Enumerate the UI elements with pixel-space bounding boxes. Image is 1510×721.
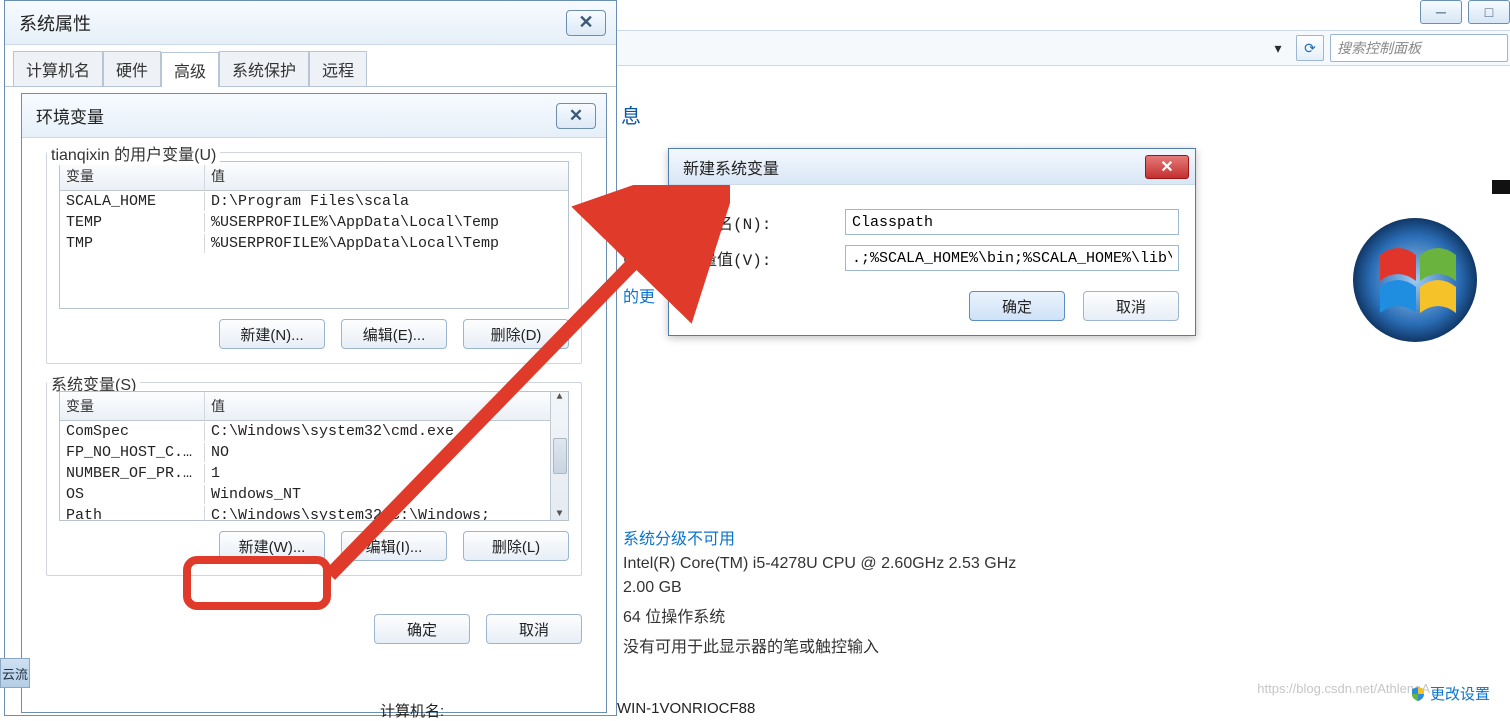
pentouch-info: 没有可用于此显示器的笔或触控输入 — [623, 633, 1504, 657]
var-value-input[interactable] — [845, 245, 1179, 271]
envdlg-close-button[interactable]: ✕ — [556, 103, 596, 129]
chevron-down-icon[interactable]: ▾ — [1266, 36, 1290, 60]
maximize-button[interactable]: □ — [1468, 0, 1510, 24]
list-item[interactable]: ComSpec C:\Windows\system32\cmd.exe — [60, 421, 568, 442]
close-icon: ✕ — [569, 106, 583, 126]
tab-hardware[interactable]: 硬件 — [103, 51, 161, 86]
tab-computer-name[interactable]: 计算机名 — [13, 51, 103, 86]
tab-system-protection[interactable]: 系统保护 — [219, 51, 309, 86]
taskbar-item[interactable]: 云流 — [0, 658, 30, 688]
rating-link[interactable]: 系统分级不可用 — [623, 525, 1504, 549]
nsv-title: 新建系统变量 — [683, 155, 779, 179]
system-delete-button[interactable]: 删除(L) — [463, 531, 569, 561]
close-icon: ✕ — [1160, 157, 1173, 177]
system-vars-group: 系统变量(S) 变量 值 ComSpec C:\Windows\system32… — [46, 382, 582, 576]
section-heading: 息 — [621, 100, 1510, 129]
user-vars-list[interactable]: 变量 值 SCALA_HOME D:\Program Files\scala T… — [59, 161, 569, 309]
close-icon: ✕ — [578, 12, 593, 33]
envdlg-ok-button[interactable]: 确定 — [374, 614, 470, 644]
envdlg-titlebar: 环境变量 ✕ — [22, 94, 606, 138]
computer-name-value: WIN-1VONRIOCF88 — [617, 700, 755, 717]
user-new-button[interactable]: 新建(N)... — [219, 319, 325, 349]
user-delete-button[interactable]: 删除(D) — [463, 319, 569, 349]
scroll-down-icon[interactable]: ▼ — [556, 509, 562, 520]
system-vars-list[interactable]: 变量 值 ComSpec C:\Windows\system32\cmd.exe… — [59, 391, 569, 521]
nsv-cancel-button[interactable]: 取消 — [1083, 291, 1179, 321]
tab-advanced[interactable]: 高级 — [161, 52, 219, 87]
envdlg-title: 环境变量 — [36, 103, 104, 128]
nsv-close-button[interactable]: ✕ — [1145, 155, 1189, 179]
sysprops-close-button[interactable]: ✕ — [566, 10, 606, 36]
nsv-ok-button[interactable]: 确定 — [969, 291, 1065, 321]
var-value-label: 变量值(V): — [685, 246, 845, 270]
list-item[interactable]: TMP %USERPROFILE%\AppData\Local\Temp — [60, 233, 568, 254]
search-input[interactable]: 搜索控制面板 — [1330, 34, 1508, 62]
list-item[interactable]: Path C:\Windows\system32;C:\Windows; — [60, 505, 568, 520]
windows-logo-icon — [1350, 215, 1480, 345]
envdlg-cancel-button[interactable]: 取消 — [486, 614, 582, 644]
minimize-button[interactable]: ─ — [1420, 0, 1462, 24]
change-settings-link[interactable]: 更改设置 — [1410, 683, 1490, 704]
var-name-input[interactable] — [845, 209, 1179, 235]
shield-icon — [1410, 686, 1426, 702]
user-vars-group: tianqixin 的用户变量(U) 变量 值 SCALA_HOME D:\Pr… — [46, 152, 582, 364]
scroll-up-icon[interactable]: ▲ — [556, 392, 562, 403]
refresh-button[interactable]: ⟳ — [1296, 35, 1324, 61]
watermark: https://blog.csdn.net/AthlenaA — [1257, 681, 1430, 696]
user-edit-button[interactable]: 编辑(E)... — [341, 319, 447, 349]
sysprops-title: 系统属性 — [19, 10, 91, 36]
ram-info: 2.00 GB — [623, 579, 1504, 597]
change-settings-label: 更改设置 — [1430, 683, 1490, 704]
refresh-icon: ⟳ — [1304, 40, 1316, 57]
col-var-header[interactable]: 变量 — [60, 162, 205, 190]
cpu-info: Intel(R) Core(TM) i5-4278U CPU @ 2.60GHz… — [623, 555, 1504, 573]
scroll-thumb[interactable] — [553, 438, 567, 474]
computer-name-label: 计算机名: — [380, 700, 444, 721]
nsv-titlebar: 新建系统变量 ✕ — [669, 149, 1195, 185]
list-item[interactable]: NUMBER_OF_PR... 1 — [60, 463, 568, 484]
system-new-button[interactable]: 新建(W)... — [219, 531, 325, 561]
address-bar-row: ▾ ⟳ 搜索控制面板 — [617, 30, 1510, 66]
sysprops-tabs: 计算机名 硬件 高级 系统保护 远程 — [5, 45, 616, 87]
scrollbar[interactable]: ▲ ▼ — [550, 392, 568, 520]
col-val-header[interactable]: 值 — [205, 162, 568, 190]
new-system-variable-dialog: 新建系统变量 ✕ 变量名(N): 变量值(V): 确定 取消 — [668, 148, 1196, 336]
list-item[interactable]: SCALA_HOME D:\Program Files\scala — [60, 191, 568, 212]
sysprops-titlebar: 系统属性 ✕ — [5, 1, 616, 45]
user-vars-legend: tianqixin 的用户变量(U) — [47, 141, 220, 165]
list-item[interactable]: TEMP %USERPROFILE%\AppData\Local\Temp — [60, 212, 568, 233]
col-val-header[interactable]: 值 — [205, 392, 568, 420]
environment-variables-dialog: 环境变量 ✕ tianqixin 的用户变量(U) 变量 值 SCALA_HOM… — [21, 93, 607, 713]
system-type: 64 位操作系统 — [623, 603, 1504, 627]
list-item[interactable]: FP_NO_HOST_C... NO — [60, 442, 568, 463]
edge-artifact — [1492, 180, 1510, 194]
tab-remote[interactable]: 远程 — [309, 51, 367, 86]
col-var-header[interactable]: 变量 — [60, 392, 205, 420]
system-edit-button[interactable]: 编辑(I)... — [341, 531, 447, 561]
list-item[interactable]: OS Windows_NT — [60, 484, 568, 505]
var-name-label: 变量名(N): — [685, 210, 845, 234]
system-properties-dialog: 系统属性 ✕ 计算机名 硬件 高级 系统保护 远程 环境变量 ✕ tianqix… — [4, 0, 617, 716]
